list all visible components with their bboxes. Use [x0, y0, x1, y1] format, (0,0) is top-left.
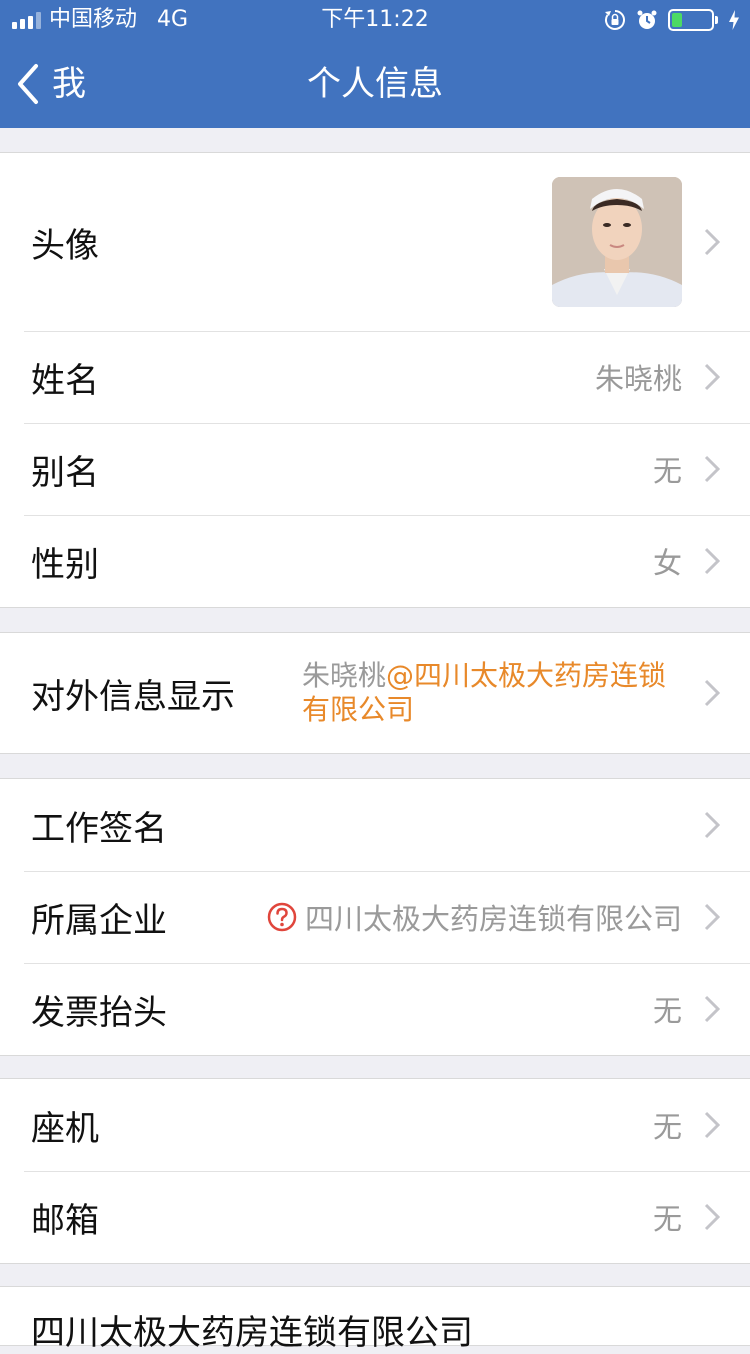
- invoice-value: 无: [652, 994, 682, 1028]
- enterprise-value: 四川太极大药房连锁有限公司: [304, 902, 682, 936]
- chevron-right-icon: [704, 679, 720, 707]
- avatar-photo: [552, 177, 682, 307]
- chevron-right-icon: [704, 1111, 720, 1139]
- chevron-right-icon: [704, 228, 720, 256]
- chevron-right-icon: [704, 811, 720, 839]
- gender-label: 性别: [31, 544, 99, 585]
- external-name: 朱晓桃: [302, 659, 387, 692]
- invoice-row[interactable]: 发票抬头 无: [0, 963, 750, 1055]
- external-display-row[interactable]: 对外信息显示 朱晓桃@四川太极大药房连锁有限公司: [0, 633, 750, 753]
- company-name-text: 四川太极大药房连锁有限公司: [31, 1313, 473, 1353]
- external-group: 对外信息显示 朱晓桃@四川太极大药房连锁有限公司: [0, 632, 750, 754]
- landline-value: 无: [652, 1110, 682, 1144]
- work-signature-label: 工作签名: [31, 808, 167, 849]
- avatar[interactable]: [552, 177, 682, 307]
- gender-value: 女: [652, 546, 682, 580]
- enterprise-label: 所属企业: [31, 900, 167, 941]
- enterprise-row[interactable]: 所属企业 四川太极大药房连锁有限公司: [0, 871, 750, 963]
- invoice-label: 发票抬头: [31, 992, 167, 1033]
- email-row[interactable]: 邮箱 无: [0, 1171, 750, 1263]
- external-display-value: 朱晓桃@四川太极大药房连锁有限公司: [302, 659, 682, 727]
- nav-bar: 我 个人信息: [0, 40, 750, 128]
- email-value: 无: [652, 1202, 682, 1236]
- avatar-label: 头像: [31, 225, 99, 266]
- name-row[interactable]: 姓名 朱晓桃: [0, 331, 750, 423]
- work-signature-row[interactable]: 工作签名: [0, 779, 750, 871]
- profile-group: 头像 姓名 朱晓桃 别名 无 性别 女: [0, 152, 750, 608]
- landline-row[interactable]: 座机 无: [0, 1079, 750, 1171]
- battery-icon: [668, 9, 718, 31]
- status-bar: 中国移动 4G 下午11:22: [0, 0, 750, 40]
- status-bar-right: [604, 6, 740, 34]
- charging-icon: [729, 10, 739, 30]
- email-label: 邮箱: [31, 1200, 99, 1241]
- chevron-right-icon: [704, 903, 720, 931]
- external-display-label: 对外信息显示: [31, 676, 235, 717]
- page-title: 个人信息: [307, 64, 443, 104]
- alarm-icon: [637, 10, 657, 29]
- chevron-right-icon: [704, 363, 720, 391]
- chevron-right-icon: [704, 1203, 720, 1231]
- name-label: 姓名: [31, 360, 99, 401]
- landline-label: 座机: [31, 1108, 99, 1149]
- chevron-right-icon: [704, 455, 720, 483]
- chevron-right-icon: [704, 547, 720, 575]
- avatar-row[interactable]: 头像: [0, 153, 750, 331]
- alias-value: 无: [652, 454, 682, 488]
- rotation-lock-icon: [605, 10, 625, 30]
- alias-label: 别名: [31, 452, 99, 493]
- alias-row[interactable]: 别名 无: [0, 423, 750, 515]
- question-icon[interactable]: [267, 902, 297, 932]
- work-group: 工作签名 所属企业 四川太极大药房连锁有限公司 发票抬头 无: [0, 778, 750, 1056]
- contact-group: 座机 无 邮箱 无: [0, 1078, 750, 1264]
- chevron-right-icon: [704, 995, 720, 1023]
- gender-row[interactable]: 性别 女: [0, 515, 750, 607]
- name-value: 朱晓桃: [594, 362, 682, 396]
